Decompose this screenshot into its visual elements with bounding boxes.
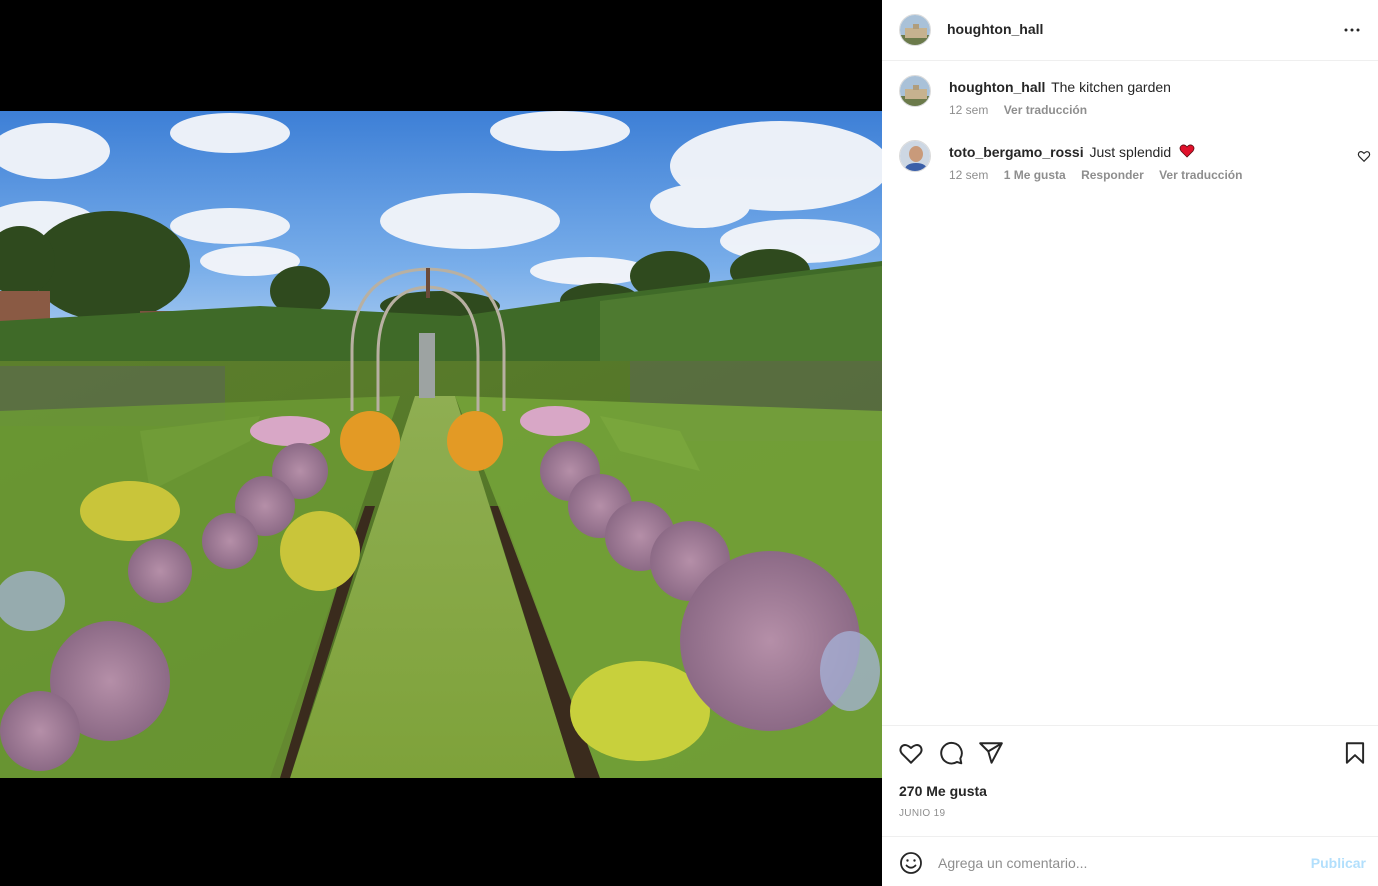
comment-icon	[940, 741, 963, 765]
add-comment-bar: Publicar	[882, 836, 1378, 886]
more-options-button[interactable]	[1340, 18, 1364, 42]
caption-body: The kitchen garden	[1051, 79, 1171, 95]
share-icon	[979, 742, 1003, 764]
caption-avatar[interactable]	[899, 75, 931, 107]
post-actions: 270 Me gusta JUNIO 19	[882, 725, 1378, 836]
post-side-panel: houghton_hall houghton_hall The kitchen …	[882, 0, 1378, 886]
share-button[interactable]	[978, 740, 1004, 766]
caption-time[interactable]: 12 sem	[949, 103, 988, 117]
comment-likes-link[interactable]: 1 Me gusta	[1004, 168, 1066, 182]
comment-button[interactable]	[938, 740, 964, 766]
author-username[interactable]: houghton_hall	[947, 21, 1043, 37]
comment-body: Just splendid	[1089, 144, 1172, 160]
caption-username[interactable]: houghton_hall	[949, 79, 1045, 95]
post-header: houghton_hall	[882, 0, 1378, 61]
more-icon	[1344, 28, 1360, 32]
caption-translate-link[interactable]: Ver traducción	[1004, 103, 1087, 117]
save-icon	[1345, 742, 1365, 764]
media-panel	[0, 0, 882, 886]
comment-reply-button[interactable]: Responder	[1081, 168, 1144, 182]
caption-meta: 12 sem Ver traducción	[949, 103, 1099, 117]
small-like-icon[interactable]	[1357, 149, 1371, 163]
commenter-username[interactable]: toto_bergamo_rossi	[949, 144, 1084, 160]
comment-input[interactable]	[938, 850, 1298, 876]
post-photo[interactable]	[0, 111, 882, 778]
save-button[interactable]	[1342, 740, 1368, 766]
emoji-button[interactable]	[899, 851, 923, 875]
comment-text: toto_bergamo_rossi Just splendid	[949, 143, 1195, 161]
emoji-icon	[900, 852, 922, 874]
caption-text: houghton_hall The kitchen garden	[949, 78, 1171, 96]
comment-meta: 12 sem 1 Me gusta Responder Ver traducci…	[949, 168, 1254, 182]
like-button[interactable]	[898, 740, 924, 766]
likes-count[interactable]: 270 Me gusta	[899, 783, 987, 799]
comment-translate-link[interactable]: Ver traducción	[1159, 168, 1242, 182]
comment-time[interactable]: 12 sem	[949, 168, 988, 182]
garden-image	[0, 111, 882, 778]
publish-button[interactable]: Publicar	[1311, 855, 1366, 871]
commenter-avatar[interactable]	[899, 140, 931, 172]
like-icon	[899, 744, 923, 764]
red-heart-icon	[1179, 144, 1195, 158]
post-date[interactable]: JUNIO 19	[899, 808, 945, 819]
author-avatar[interactable]	[899, 14, 931, 46]
